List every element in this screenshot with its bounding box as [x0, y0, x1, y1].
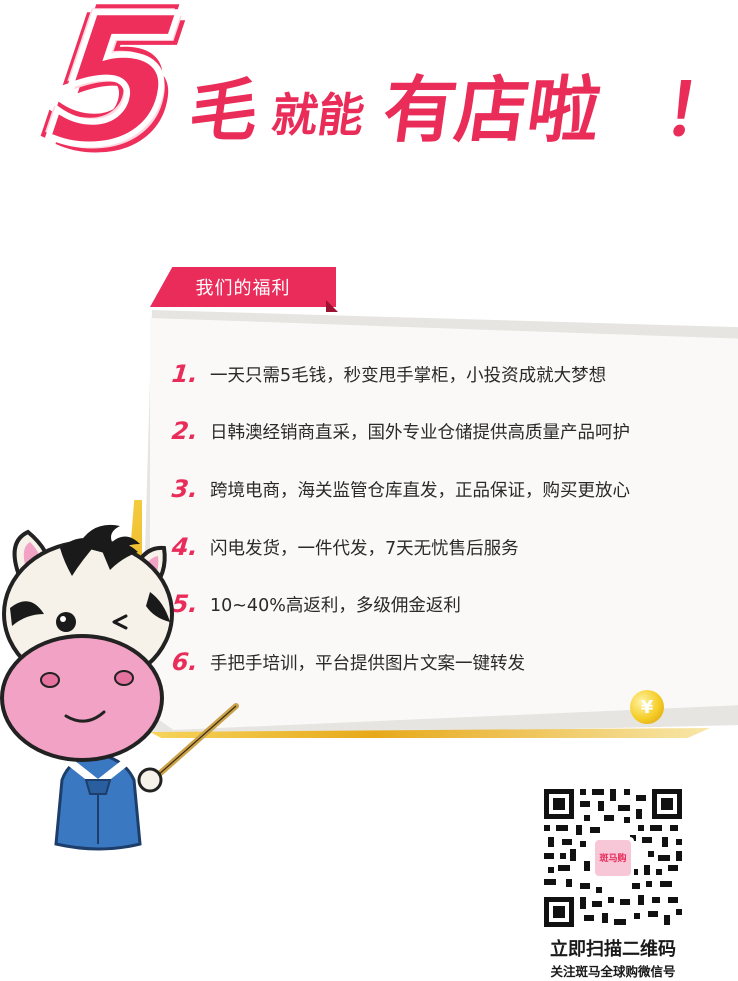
headline-mao: 毛: [184, 72, 264, 151]
brand-logo-text: 斑马购: [599, 852, 626, 864]
qr-title: 立即扫描二维码: [550, 939, 676, 960]
benefit-number: 2.: [170, 417, 200, 445]
benefit-text: 跨境电商，海关监管仓库直发，正品保证，购买更放心: [210, 480, 630, 501]
qr-caption: 立即扫描二维码 关注斑马全球购微信号: [530, 938, 696, 981]
benefit-item: 2. 日韩澳经销商直采，国外专业仓储提供高质量产品呵护: [170, 415, 630, 447]
benefit-number: 3.: [170, 475, 200, 503]
zebra-mascot: [0, 524, 239, 851]
headline-jiu-neng: 就能: [268, 88, 368, 142]
benefit-item: 3. 跨境电商，海关监管仓库直发，正品保证，购买更放心: [170, 473, 630, 505]
benefit-text: 日韩澳经销商直采，国外专业仓储提供高质量产品呵护: [210, 422, 630, 443]
yuan-coin-icon: ¥: [630, 690, 664, 724]
section-ribbon: 我们的福利: [150, 267, 336, 307]
benefit-text: 手把手培训，平台提供图片文案一键转发: [210, 653, 525, 674]
benefit-item: 1. 一天只需5毛钱，秒变甩手掌柜，小投资成就大梦想: [170, 358, 607, 390]
headline: 5 毛 就能 有店啦 ！: [0, 0, 738, 200]
benefit-text: 闪电发货，一件代发，7天无忧售后服务: [210, 538, 519, 559]
qr-subtitle: 关注斑马全球购微信号: [550, 964, 676, 979]
qr-code[interactable]: 斑马购: [540, 785, 686, 931]
headline-exclamation: ！: [658, 68, 738, 152]
section-title: 我们的福利: [195, 278, 291, 299]
headline-number: 5: [37, 0, 196, 187]
benefit-number: 1.: [170, 360, 200, 388]
benefit-text: 一天只需5毛钱，秒变甩手掌柜，小投资成就大梦想: [210, 365, 607, 386]
zebra-muzzle: [0, 634, 164, 762]
headline-you-dian-la: 有店啦: [378, 68, 606, 152]
